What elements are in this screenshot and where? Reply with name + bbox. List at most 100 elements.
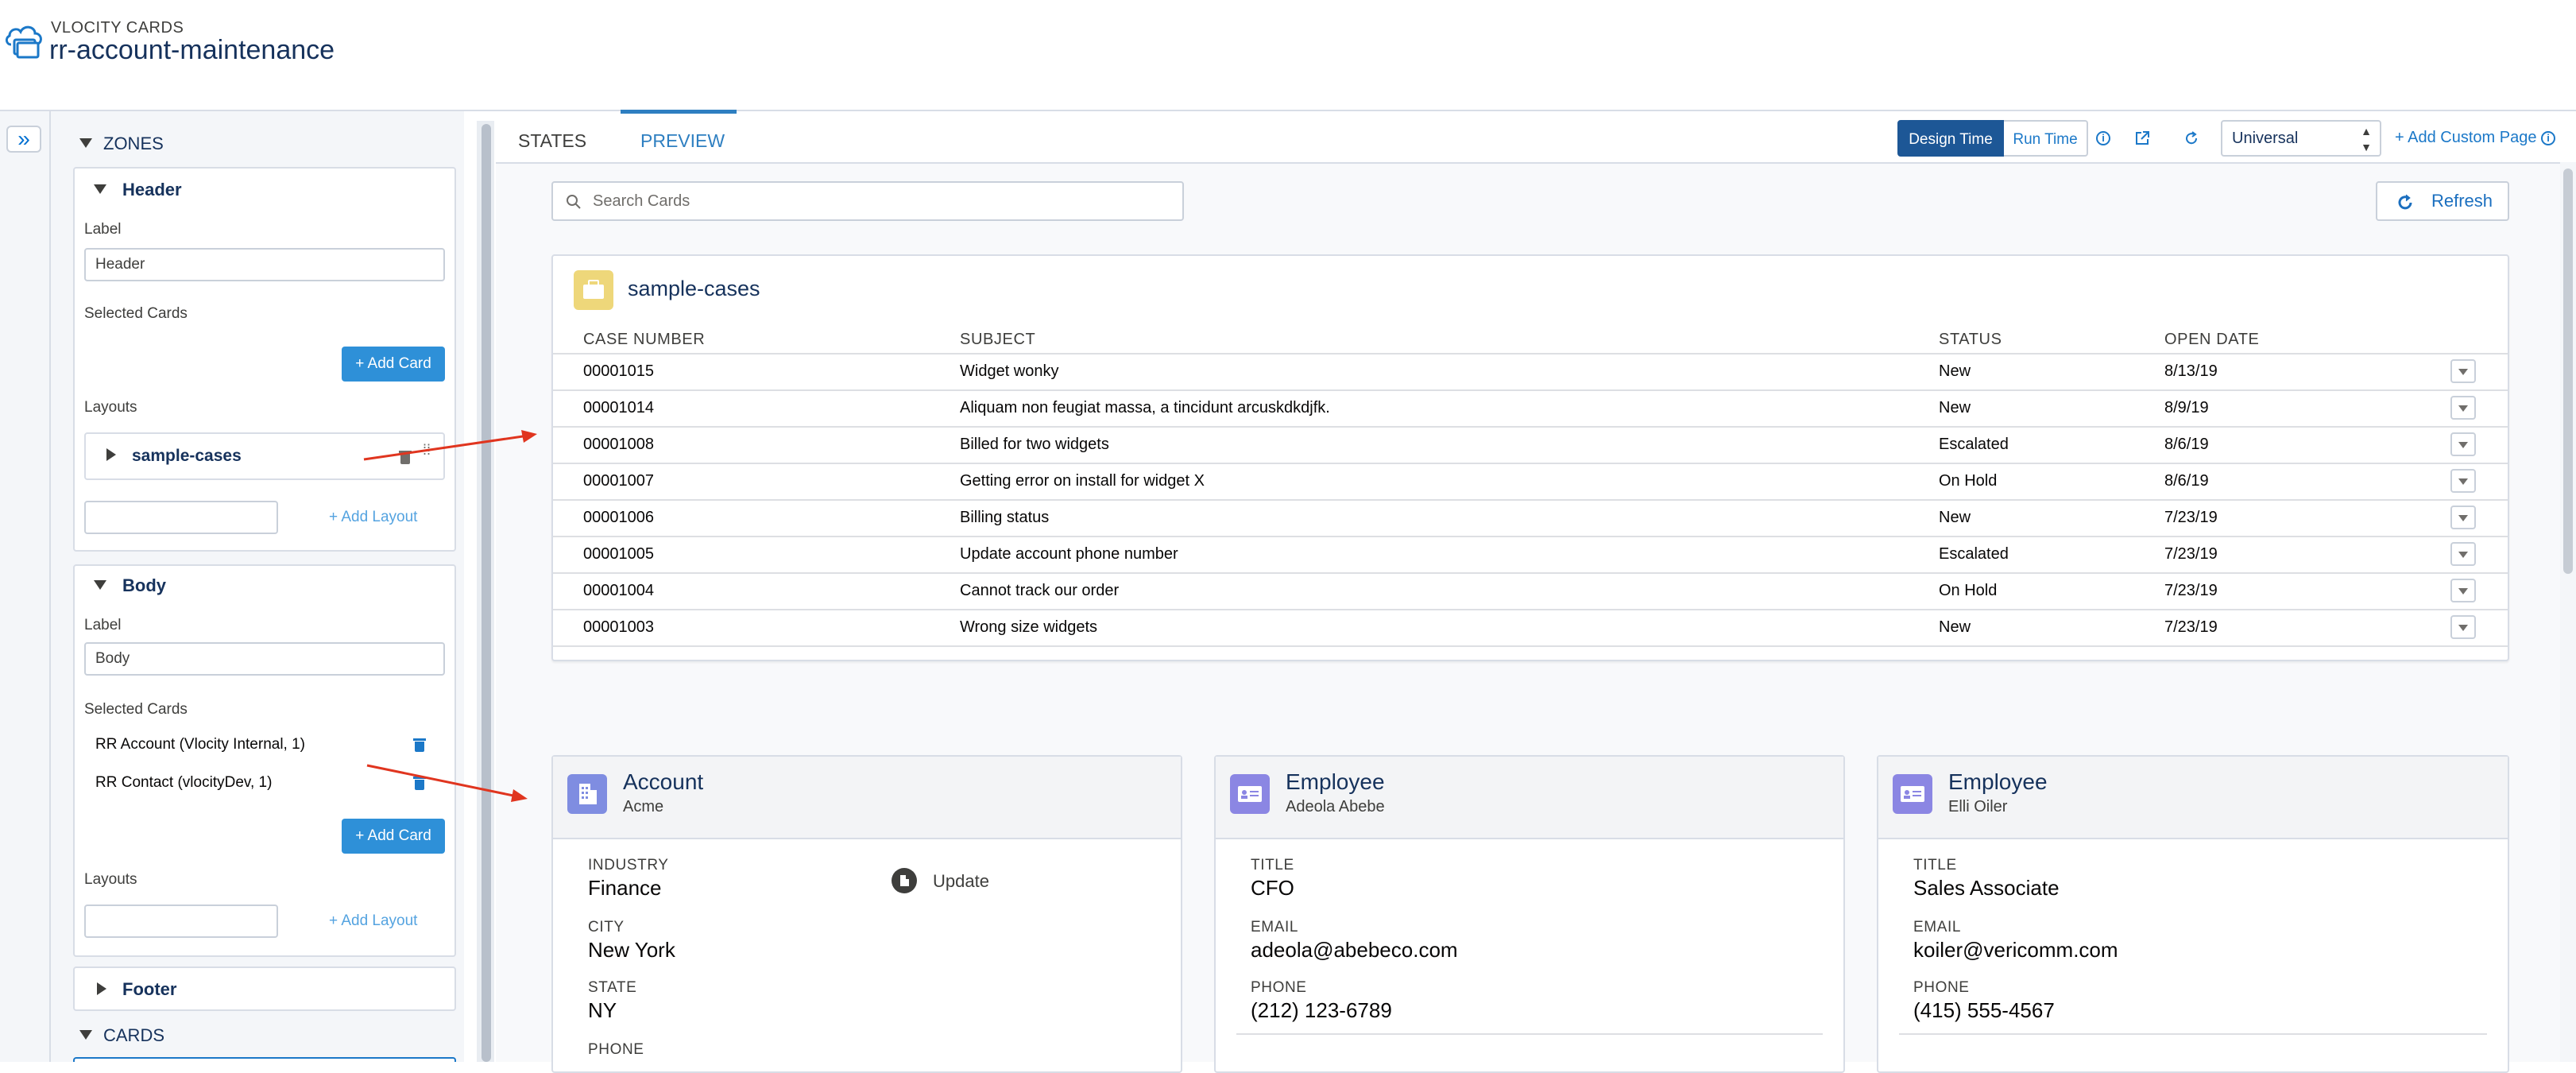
case-number-cell: 00001014 — [583, 399, 654, 416]
open-date-cell: 8/13/19 — [2164, 362, 2218, 380]
cards-heading: CARDS — [103, 1025, 165, 1045]
header-label-input[interactable]: Header — [84, 248, 445, 281]
info-icon[interactable]: i — [2541, 131, 2555, 145]
column-header-open-date: OPEN DATE — [2164, 331, 2260, 348]
field-label: INDUSTRY — [588, 857, 669, 874]
employee-card-subtitle: Elli Oiler — [1948, 798, 2008, 815]
header-label-caption: Label — [84, 221, 122, 238]
body-add-card-button[interactable]: + Add Card — [342, 819, 445, 854]
chevron-down-icon — [2458, 405, 2468, 412]
chevron-down-icon — [2458, 552, 2468, 558]
subject-cell: Update account phone number — [960, 545, 1178, 563]
employee-card-title: Employee — [1948, 769, 2048, 794]
body-add-layout-link[interactable]: + Add Layout — [329, 912, 417, 930]
device-select[interactable]: Universal ▲ ▼ — [2221, 120, 2381, 157]
add-custom-page-link[interactable]: + Add Custom Page — [2395, 129, 2536, 147]
header-add-card-button[interactable]: + Add Card — [342, 347, 445, 382]
expand-panel-button[interactable]: » — [6, 126, 41, 153]
header-selected-cards-caption: Selected Cards — [84, 305, 188, 322]
refresh-button[interactable]: Refresh — [2376, 181, 2509, 221]
selected-card-item: RR Account (Vlocity Internal, 1) — [95, 736, 305, 753]
case-number-cell: 00001015 — [583, 362, 654, 380]
drag-handle-icon[interactable]: ⁞⁞ — [423, 443, 431, 457]
employee-card-title: Employee — [1286, 769, 1385, 794]
row-actions-button[interactable] — [2450, 615, 2476, 639]
chevron-down-icon — [2458, 369, 2468, 375]
employee-card-subtitle: Adeola Abebe — [1286, 798, 1385, 815]
open-date-cell: 8/9/19 — [2164, 399, 2209, 416]
trash-icon[interactable] — [413, 776, 426, 790]
header-new-layout-input[interactable] — [84, 501, 278, 534]
contact-card-icon — [1893, 774, 1932, 814]
row-actions-button[interactable] — [2450, 396, 2476, 420]
tab-states[interactable]: STATES — [518, 130, 586, 152]
field-value: koiler@vericomm.com — [1913, 938, 2118, 962]
row-divider — [553, 645, 2508, 647]
header-add-layout-link[interactable]: + Add Layout — [329, 509, 417, 526]
field-label: TITLE — [1251, 857, 1294, 874]
body-label-input[interactable]: Body — [84, 642, 445, 676]
row-divider — [553, 463, 2508, 464]
layout-item-label: sample-cases — [132, 447, 242, 465]
chevron-down-icon — [2458, 625, 2468, 631]
field-value: Finance — [588, 876, 662, 900]
field-label: EMAIL — [1913, 919, 1962, 935]
row-actions-button[interactable] — [2450, 432, 2476, 456]
open-date-cell: 8/6/19 — [2164, 472, 2209, 490]
subject-cell: Getting error on install for widget X — [960, 472, 1205, 490]
account-card-title: Account — [623, 769, 704, 794]
status-cell: New — [1939, 399, 1971, 416]
double-chevron-right-icon: » — [17, 126, 30, 151]
subject-cell: Widget wonky — [960, 362, 1059, 380]
subject-cell: Aliquam non feugiat massa, a tincidunt a… — [960, 399, 1330, 416]
row-actions-button[interactable] — [2450, 542, 2476, 566]
design-time-toggle[interactable]: Design Time — [1897, 120, 2004, 157]
field-value: NY — [588, 998, 617, 1022]
footer-zone-toggle-icon[interactable] — [97, 982, 106, 995]
header-layouts-caption: Layouts — [84, 399, 137, 416]
info-icon[interactable]: i — [2096, 131, 2110, 145]
subject-cell: Cannot track our order — [960, 582, 1120, 599]
vertical-scrollbar-thumb[interactable] — [2563, 169, 2573, 574]
row-actions-button[interactable] — [2450, 506, 2476, 529]
field-value: New York — [588, 938, 675, 962]
row-divider — [553, 609, 2508, 610]
subject-cell: Wrong size widgets — [960, 618, 1098, 636]
reload-icon[interactable] — [2183, 130, 2199, 146]
body-zone-toggle-icon[interactable] — [94, 580, 106, 590]
status-cell: On Hold — [1939, 582, 1998, 599]
status-cell: New — [1939, 618, 1971, 636]
row-actions-button[interactable] — [2450, 469, 2476, 493]
field-value: (415) 555-4567 — [1913, 998, 2055, 1022]
contact-card-icon — [1230, 774, 1270, 814]
chevron-down-icon — [2458, 588, 2468, 595]
panel-resize-handle[interactable] — [482, 124, 491, 1062]
refresh-icon — [2398, 194, 2412, 210]
search-input[interactable]: Search Cards — [551, 181, 1184, 221]
field-label: PHONE — [1913, 979, 1970, 996]
update-action-icon[interactable] — [892, 868, 917, 893]
field-label: EMAIL — [1251, 919, 1299, 935]
body-new-layout-input[interactable] — [84, 904, 278, 938]
run-time-toggle[interactable]: Run Time — [2004, 120, 2088, 157]
header-zone-toggle-icon[interactable] — [94, 184, 106, 194]
row-divider — [553, 572, 2508, 574]
column-header-subject: SUBJECT — [960, 331, 1036, 348]
trash-icon[interactable] — [399, 450, 412, 464]
subject-cell: Billed for two widgets — [960, 436, 1109, 453]
zones-heading: ZONES — [103, 134, 164, 153]
update-action-label[interactable]: Update — [933, 871, 989, 892]
zones-collapse-icon[interactable] — [79, 138, 92, 148]
row-divider — [553, 536, 2508, 537]
row-actions-button[interactable] — [2450, 579, 2476, 602]
building-icon — [567, 774, 607, 814]
cards-collapse-icon[interactable] — [79, 1030, 92, 1040]
tab-preview[interactable]: PREVIEW — [640, 130, 725, 152]
select-arrows-icon: ▲ ▼ — [2361, 125, 2372, 153]
layout-expand-icon[interactable] — [106, 448, 116, 461]
case-number-cell: 00001006 — [583, 509, 654, 526]
trash-icon[interactable] — [413, 738, 426, 752]
external-link-icon[interactable] — [2134, 130, 2150, 146]
row-actions-button[interactable] — [2450, 359, 2476, 383]
status-cell: On Hold — [1939, 472, 1998, 490]
